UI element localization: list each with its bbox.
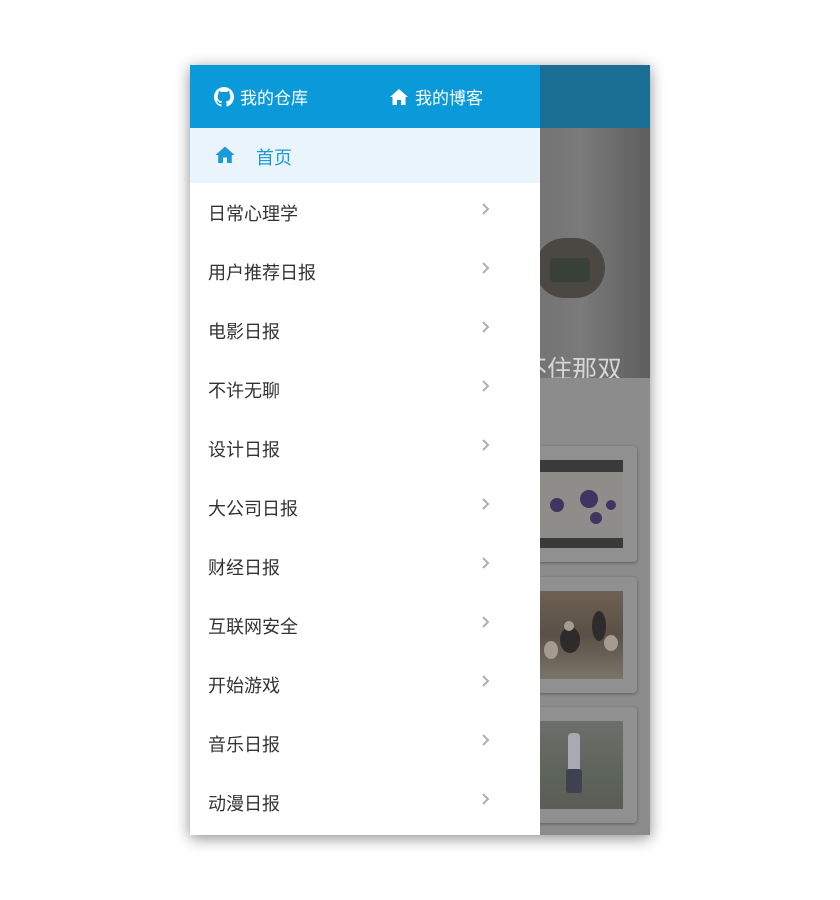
my-blog-link[interactable]: 我的博客	[389, 65, 483, 128]
chevron-right-icon	[480, 791, 492, 807]
menu-item[interactable]: 大公司日报	[190, 478, 540, 537]
home-icon	[389, 87, 409, 107]
chevron-right-icon	[480, 378, 492, 394]
chevron-right-icon	[480, 555, 492, 571]
menu-item[interactable]: 电影日报	[190, 301, 540, 360]
chevron-right-icon	[480, 201, 492, 217]
chevron-right-icon	[480, 496, 492, 512]
chevron-right-icon	[480, 319, 492, 335]
menu-item-label: 财经日报	[208, 558, 280, 579]
menu-item[interactable]: 开始游戏	[190, 655, 540, 714]
my-blog-label: 我的博客	[415, 89, 483, 109]
menu-item-label: 互联网安全	[208, 617, 298, 638]
my-repository-link[interactable]: 我的仓库	[214, 65, 308, 128]
drawer-menu-list: 日常心理学 用户推荐日报 电影日报 不许无聊 设计日报 大公司日报 财经日报 互…	[190, 183, 540, 832]
menu-item-label: 大公司日报	[208, 499, 298, 520]
menu-item-label: 日常心理学	[208, 204, 298, 225]
story-thumbnail	[540, 591, 623, 679]
chevron-right-icon	[480, 260, 492, 276]
menu-item[interactable]: 用户推荐日报	[190, 242, 540, 301]
github-icon	[214, 86, 234, 107]
hero-image-detail	[550, 258, 590, 282]
menu-item-label: 不许无聊	[208, 381, 280, 402]
menu-item-home[interactable]: 首页	[190, 128, 540, 183]
chevron-right-icon	[480, 614, 492, 630]
story-thumbnail	[540, 721, 623, 809]
drawer-header: 我的仓库 我的博客	[190, 65, 540, 128]
phone-screen: 不住那双 我的仓库 我的博客 首页 日常心理学 用户推荐日报 电影日报 不许无聊…	[190, 65, 650, 835]
menu-item[interactable]: 财经日报	[190, 537, 540, 596]
menu-item[interactable]: 音乐日报	[190, 714, 540, 773]
menu-item-label: 音乐日报	[208, 735, 280, 756]
menu-item-label: 动漫日报	[208, 794, 280, 815]
menu-item[interactable]: 互联网安全	[190, 596, 540, 655]
chevron-right-icon	[480, 437, 492, 453]
menu-item-label: 电影日报	[208, 322, 280, 343]
home-icon	[214, 145, 236, 165]
story-thumbnail	[540, 460, 623, 548]
menu-item-home-label: 首页	[256, 148, 292, 169]
menu-item-label: 设计日报	[208, 440, 280, 461]
menu-item[interactable]: 动漫日报	[190, 773, 540, 832]
chevron-right-icon	[480, 673, 492, 689]
menu-item[interactable]: 设计日报	[190, 419, 540, 478]
chevron-right-icon	[480, 732, 492, 748]
navigation-drawer: 我的仓库 我的博客 首页 日常心理学 用户推荐日报 电影日报 不许无聊 设计日报…	[190, 65, 540, 835]
my-repository-label: 我的仓库	[240, 89, 308, 109]
menu-item[interactable]: 不许无聊	[190, 360, 540, 419]
menu-item[interactable]: 日常心理学	[190, 183, 540, 242]
menu-item-label: 用户推荐日报	[208, 263, 316, 284]
menu-item-label: 开始游戏	[208, 676, 280, 697]
